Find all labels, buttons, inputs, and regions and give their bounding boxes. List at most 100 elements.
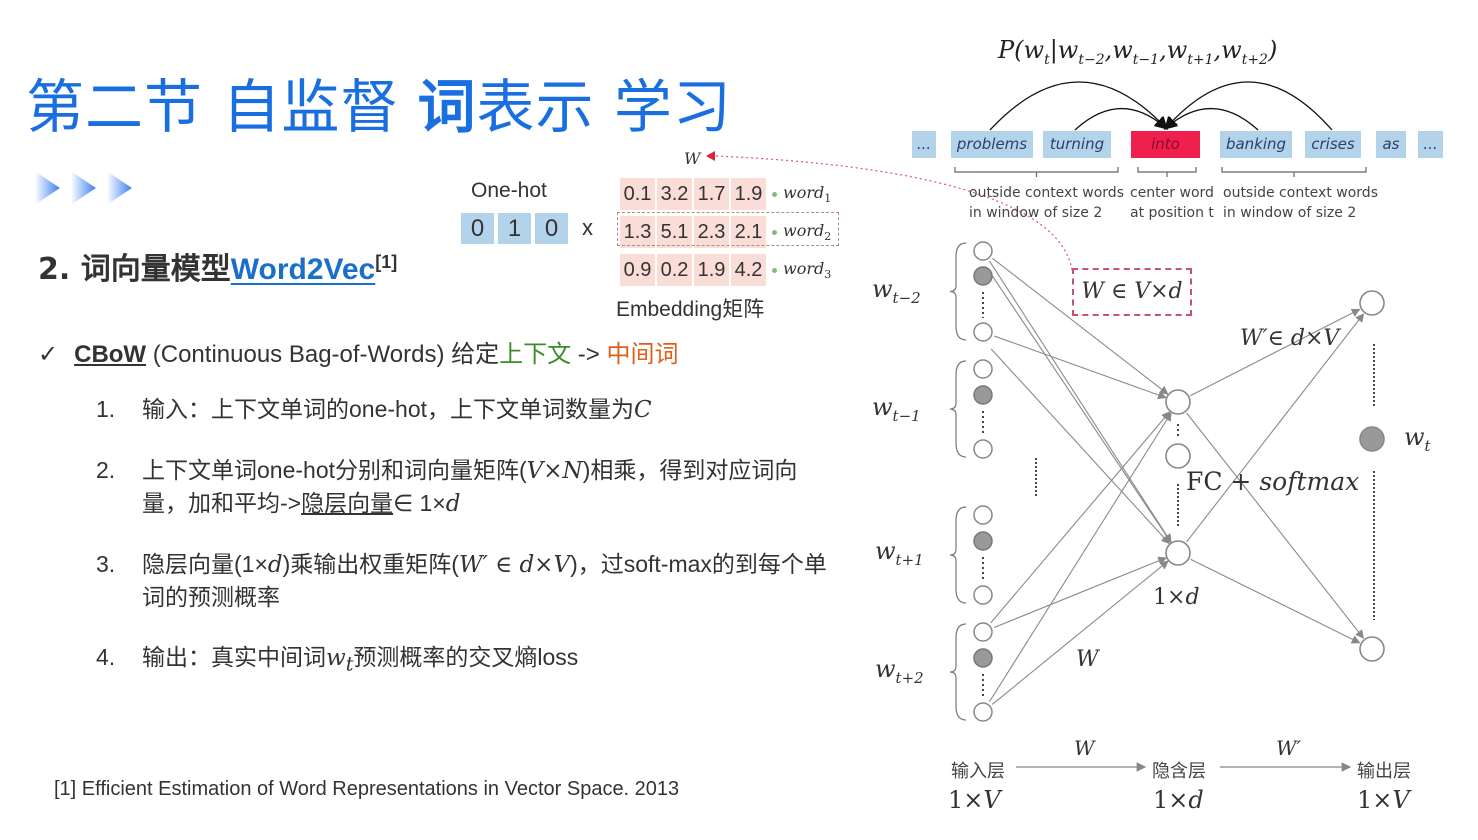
token: problems xyxy=(951,131,1033,158)
sub: t−2 xyxy=(1078,51,1105,68)
input-node xyxy=(973,622,993,642)
hidden-node xyxy=(1165,540,1191,566)
input-dim: 1×V xyxy=(948,786,1001,814)
token: ... xyxy=(1418,131,1443,158)
token: banking xyxy=(1220,131,1292,158)
pipeline-w-label: W xyxy=(1074,736,1095,760)
sub: t−1 xyxy=(1132,51,1160,68)
context-arc xyxy=(989,81,1168,131)
input-node-active xyxy=(973,385,993,405)
dim: 1× xyxy=(1153,585,1186,610)
hidden-node xyxy=(1165,443,1191,469)
sub: t−1 xyxy=(892,406,921,425)
line: in window of size 2 xyxy=(969,205,1103,221)
dim: 1× xyxy=(1357,786,1393,814)
w: w xyxy=(1166,36,1188,64)
line: outside context words xyxy=(969,185,1124,201)
close: ) xyxy=(1267,36,1278,64)
output-node-target xyxy=(1359,426,1385,452)
fc: FC + xyxy=(1186,467,1260,496)
softmax: softmax xyxy=(1259,467,1360,496)
token: as xyxy=(1376,131,1406,158)
w: w xyxy=(1221,36,1242,64)
input-node-active xyxy=(973,531,993,551)
left-context-label: outside context words in window of size 2 xyxy=(969,183,1124,223)
probability-formula: P(wt|wt−2,wt−1,wt+1,wt+2) xyxy=(998,36,1278,68)
hidden-dim: 1×d xyxy=(1153,786,1204,814)
sub: t−2 xyxy=(892,288,921,307)
input-weight-box: W ∈ V×d xyxy=(1072,268,1192,316)
hidden-layer-label: 隐含层 xyxy=(1152,761,1206,782)
w: w xyxy=(1057,36,1079,64)
input-node xyxy=(973,505,993,525)
input-label-t+1: wt+1 xyxy=(875,537,924,569)
sub: t+2 xyxy=(1241,51,1268,68)
context-arcs xyxy=(989,81,1333,131)
underbrace xyxy=(1221,167,1367,177)
context-arc xyxy=(1074,108,1168,131)
input-node-active xyxy=(973,266,993,286)
w: w xyxy=(1404,423,1425,451)
sub: t+1 xyxy=(895,550,924,569)
output-edge xyxy=(1186,412,1365,639)
input-node xyxy=(973,439,993,459)
w: w xyxy=(875,537,896,565)
input-label-t-2: wt−2 xyxy=(872,275,921,307)
center-word-label: center word at position t xyxy=(1130,183,1214,223)
line: in window of size 2 xyxy=(1223,205,1357,221)
line: outside context words xyxy=(1223,185,1378,201)
output-node xyxy=(1359,290,1385,316)
w: w xyxy=(872,393,893,421)
line: at position t xyxy=(1130,205,1214,221)
edge-w-label: W xyxy=(1076,647,1099,672)
input-edge xyxy=(991,560,1169,705)
input-node xyxy=(973,322,993,342)
input-edge xyxy=(994,335,1167,400)
w: w xyxy=(1112,36,1133,64)
w: w xyxy=(872,275,893,303)
input-node xyxy=(973,585,993,605)
w: w xyxy=(1023,36,1045,64)
fc-softmax-label: FC + softmax xyxy=(1186,467,1359,496)
center-token: into xyxy=(1131,131,1200,158)
d: d xyxy=(1185,585,1200,610)
hidden-node xyxy=(1165,389,1191,415)
input-layer-label: 输入层 xyxy=(951,761,1005,782)
input-node xyxy=(973,702,993,722)
context-arc xyxy=(1164,108,1259,131)
pipeline-wprime-label: W′ xyxy=(1276,736,1302,760)
input-node xyxy=(973,359,993,379)
output-weight-label: W′∈ d×V xyxy=(1240,326,1340,351)
token: turning xyxy=(1043,131,1111,158)
group-brace xyxy=(949,360,967,458)
token: ... xyxy=(912,131,936,158)
dim: 1× xyxy=(948,786,984,814)
group-brace xyxy=(949,242,967,341)
sub: t+2 xyxy=(895,668,924,687)
v: V xyxy=(1392,786,1410,814)
v: V xyxy=(983,786,1001,814)
input-edge xyxy=(990,348,1170,545)
w: w xyxy=(875,655,896,683)
group-brace xyxy=(949,623,967,721)
input-label-t-1: wt−1 xyxy=(872,393,921,425)
token: crises xyxy=(1305,131,1361,158)
input-node-active xyxy=(973,648,993,668)
input-edge xyxy=(990,411,1171,624)
right-context-label: outside context words in window of size 2 xyxy=(1223,183,1378,223)
sub: t+1 xyxy=(1187,51,1214,68)
dim: 1× xyxy=(1153,786,1189,814)
line: center word xyxy=(1130,185,1214,201)
hidden-dim-label: 1×d xyxy=(1153,585,1200,610)
bar: | xyxy=(1049,36,1058,64)
p: P( xyxy=(998,36,1024,64)
input-edge xyxy=(993,556,1167,629)
input-label-t+2: wt+2 xyxy=(875,655,924,687)
underbrace xyxy=(1137,167,1197,177)
sequence-braces xyxy=(954,167,1367,177)
diagram-graphics xyxy=(715,81,1385,772)
output-layer-label: 输出层 xyxy=(1357,761,1411,782)
output-node xyxy=(1359,636,1385,662)
group-brace xyxy=(949,506,967,604)
output-label-wt: wt xyxy=(1404,423,1431,455)
